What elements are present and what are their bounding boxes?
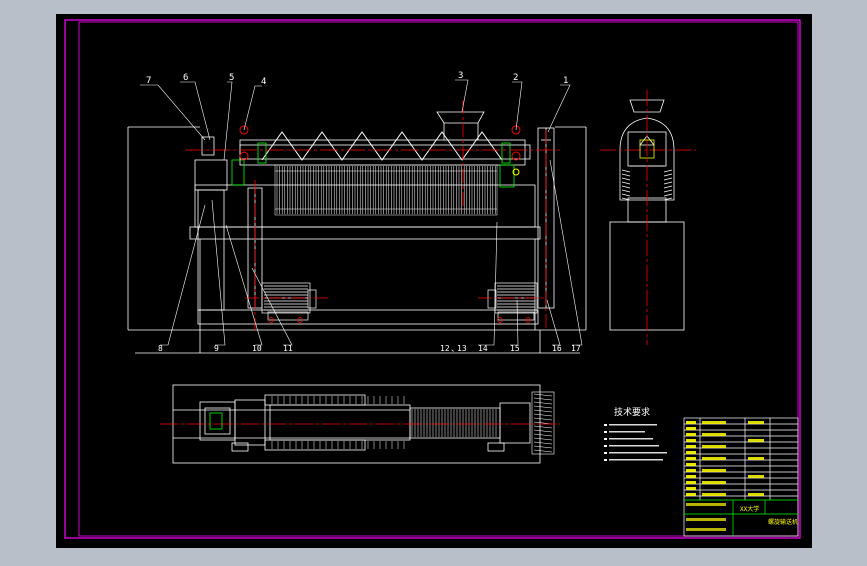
callout-1: 1 [563,76,568,86]
callout-14: 14 [478,344,488,353]
cad-viewport[interactable]: 7 6 5 4 3 2 1 8 9 10 11 12 、 13 14 15 16… [0,0,867,562]
callout-15: 15 [510,344,520,353]
callout-17: 17 [571,344,581,353]
callout-3: 3 [458,71,463,81]
callout-8: 8 [158,344,163,353]
drawing-sheet [56,14,812,548]
callout-6: 6 [183,73,188,83]
callout-9: 9 [214,344,219,353]
notes-title: 技术要求 [614,406,650,418]
callout-4: 4 [261,77,266,87]
drawing-canvas[interactable]: 7 6 5 4 3 2 1 8 9 10 11 12 、 13 14 15 16… [0,0,867,562]
callout-13: 13 [457,344,467,353]
callout-12: 12 [440,344,450,353]
callout-2: 2 [513,73,518,83]
callout-5: 5 [229,73,234,83]
callout-7: 7 [146,76,151,86]
callout-10: 10 [252,344,262,353]
title-block-school: XX大学 [740,505,759,513]
callout-16: 16 [552,344,562,353]
callout-11: 11 [283,344,293,353]
title-block-drawing-title: 螺旋输送机 [768,518,798,526]
